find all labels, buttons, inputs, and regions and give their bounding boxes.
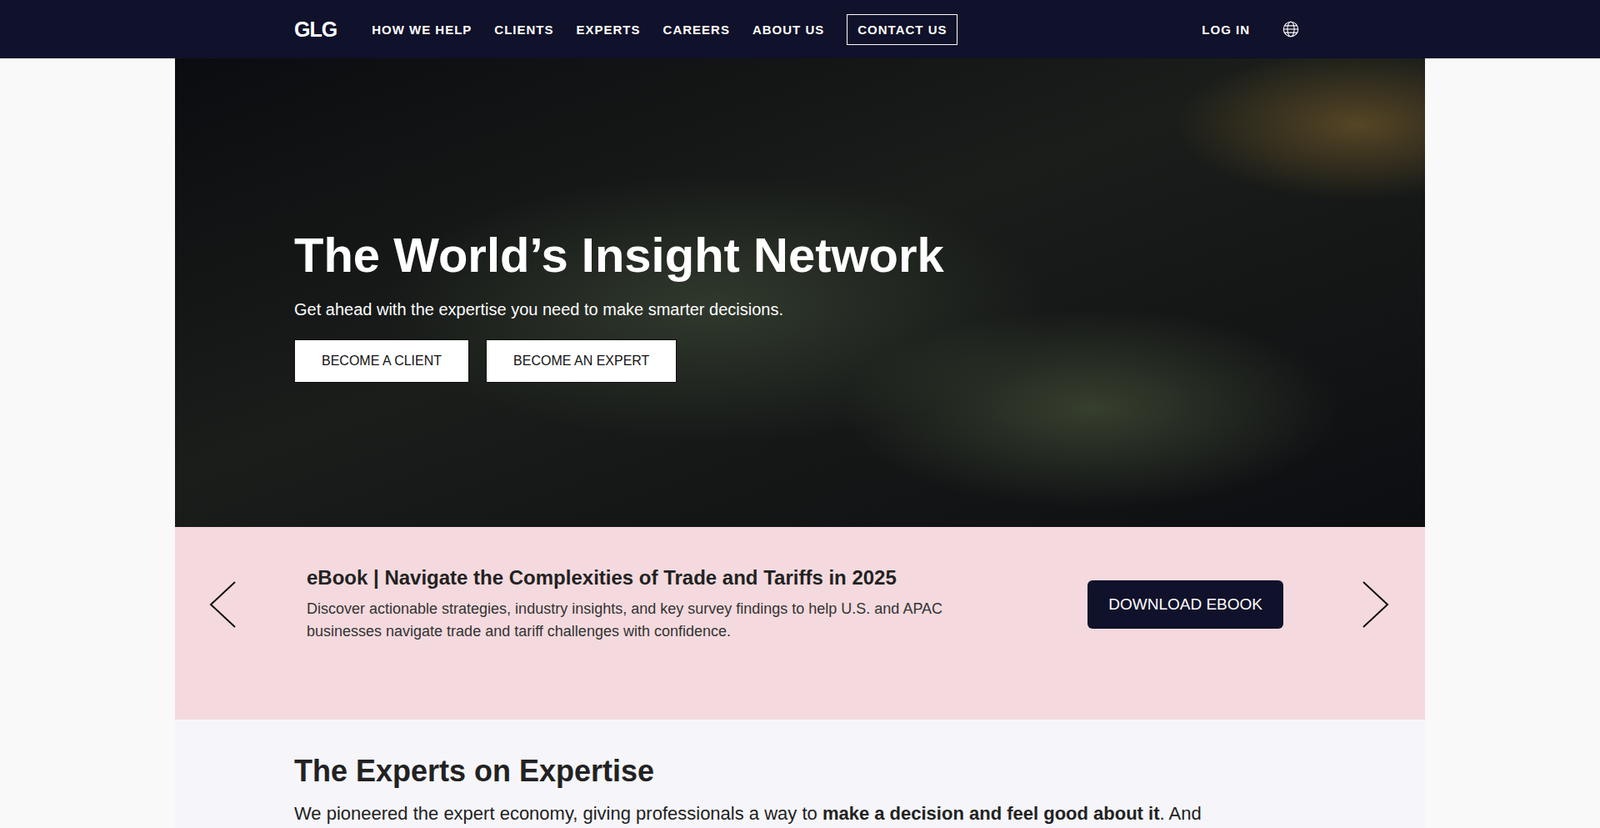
section-title: The Experts on Expertise [294, 752, 1306, 789]
download-button[interactable]: DOWNLOAD EBOOK [1087, 580, 1284, 629]
nav-item[interactable]: HOW WE HELP [371, 22, 472, 37]
main-content: The World’s Insight Network Get ahead wit… [175, 58, 1425, 828]
experts-section: The Experts on Expertise We pioneered the… [175, 719, 1425, 828]
nav-menu: HOW WE HELP CLIENTS EXPERTS CAREERS ABOUT US… [371, 14, 958, 45]
next-arrow-icon[interactable] [1361, 580, 1390, 629]
previous-arrow-icon[interactable] [208, 580, 237, 629]
globe-icon[interactable] [1281, 20, 1300, 39]
banner-title: eBook | Navigate the Complexities of Tra… [306, 565, 965, 590]
page: GLG HOW WE HELP CLIENTS EXPERTS CAREERS ABOUT… [0, 0, 1600, 828]
section-intro: We pioneered the expert economy, giving … [294, 801, 1306, 826]
banner-description: Discover actionable strategies, industry… [306, 597, 965, 643]
nav-item[interactable]: ABOUT US [752, 22, 825, 37]
hero-button[interactable]: BECOME A CLIENT [294, 339, 470, 383]
contact-button[interactable]: CONTACT US [846, 14, 958, 45]
nav-item[interactable]: CAREERS [663, 22, 730, 37]
hero-subtitle: Get ahead with the expertise you need to… [294, 300, 945, 320]
nav-item[interactable]: EXPERTS [576, 22, 641, 37]
hero-button[interactable]: BECOME AN EXPERT [485, 339, 677, 383]
glg-logo[interactable]: GLG [294, 17, 337, 42]
promo-carousel: eBook | Navigate the Complexities of Tra… [175, 526, 1425, 720]
top-nav: GLG HOW WE HELP CLIENTS EXPERTS CAREERS ABOUT… [0, 0, 1600, 59]
hero-title: The World’s Insight Network [294, 227, 945, 284]
hero: The World’s Insight Network Get ahead wit… [175, 58, 1425, 527]
nav-item[interactable]: CLIENTS [494, 22, 554, 37]
login-link[interactable]: LOG IN [1201, 22, 1250, 37]
